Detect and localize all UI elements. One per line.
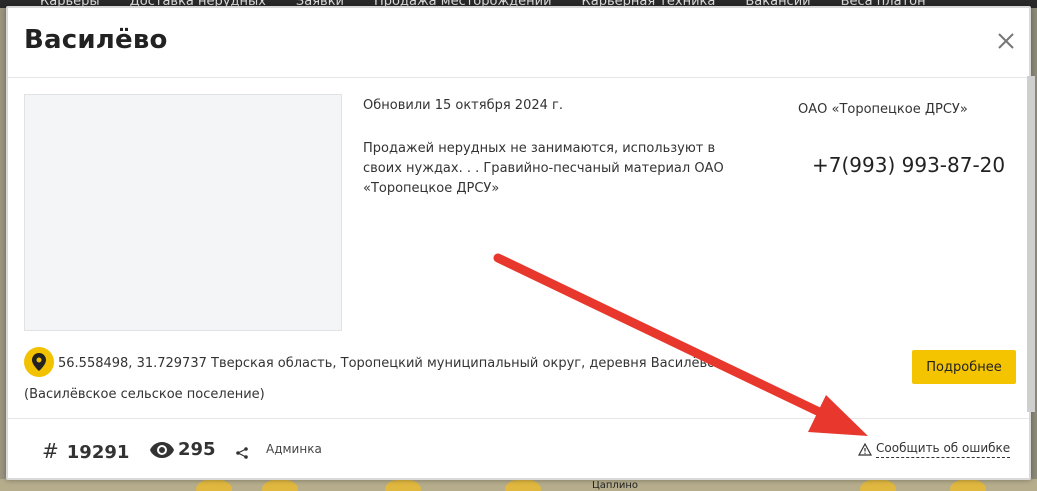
map-marker	[262, 479, 298, 491]
updated-date: Обновили 15 октября 2024 г.	[363, 98, 563, 113]
warning-icon	[858, 443, 872, 456]
report-error-text: Сообщить об ошибке	[876, 441, 1011, 458]
map-marker	[385, 479, 421, 491]
location-modal: Василёво Обновили 15 октября 2024 г. Про…	[6, 6, 1031, 480]
company-name: ОАО «Торопецкое ДРСУ»	[798, 102, 968, 117]
phone-number[interactable]: +7(993) 993-87-20	[812, 153, 1005, 177]
address: 56.558498, 31.729737 Тверская область, Т…	[24, 346, 724, 410]
record-id: #19291	[42, 439, 129, 463]
map-label: Цаплино	[592, 480, 638, 491]
hash-icon: #	[42, 439, 59, 463]
map-marker	[505, 479, 541, 491]
close-icon	[998, 33, 1014, 49]
eye-icon	[150, 441, 174, 458]
share-icon	[236, 447, 248, 459]
modal-header: Василёво	[8, 8, 1029, 78]
view-count: 295	[150, 439, 216, 460]
address-text: 56.558498, 31.729737 Тверская область, Т…	[24, 356, 716, 402]
admin-link[interactable]: Админка	[266, 442, 322, 456]
report-error-link[interactable]: Сообщить об ошибке	[858, 441, 1011, 458]
map-marker	[950, 479, 986, 491]
record-id-value: 19291	[66, 442, 130, 463]
photo-placeholder	[24, 94, 342, 331]
background-map-bottom: Цаплино	[0, 479, 1037, 491]
share-button[interactable]	[236, 444, 248, 463]
map-marker	[860, 479, 896, 491]
close-button[interactable]	[993, 28, 1019, 54]
modal-footer: #19291 295 Админка Сообщить об ошибке	[8, 418, 1029, 480]
view-count-value: 295	[178, 439, 216, 460]
location-pin-icon	[24, 346, 54, 377]
modal-title: Василёво	[24, 25, 168, 55]
description: Продажей нерудных не занимаются, использ…	[363, 141, 724, 196]
map-marker	[196, 479, 232, 491]
scrollbar[interactable]	[1027, 76, 1035, 412]
more-details-button[interactable]: Подробнее	[912, 350, 1016, 384]
